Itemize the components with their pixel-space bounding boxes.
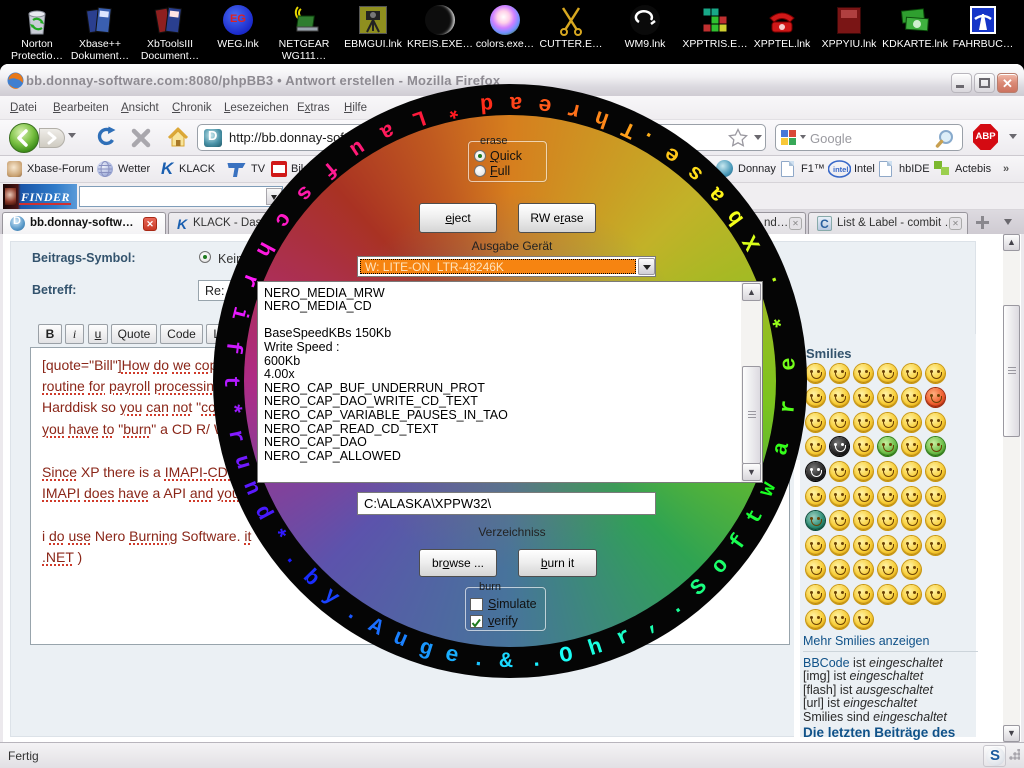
svg-text:intel: intel xyxy=(833,165,848,174)
